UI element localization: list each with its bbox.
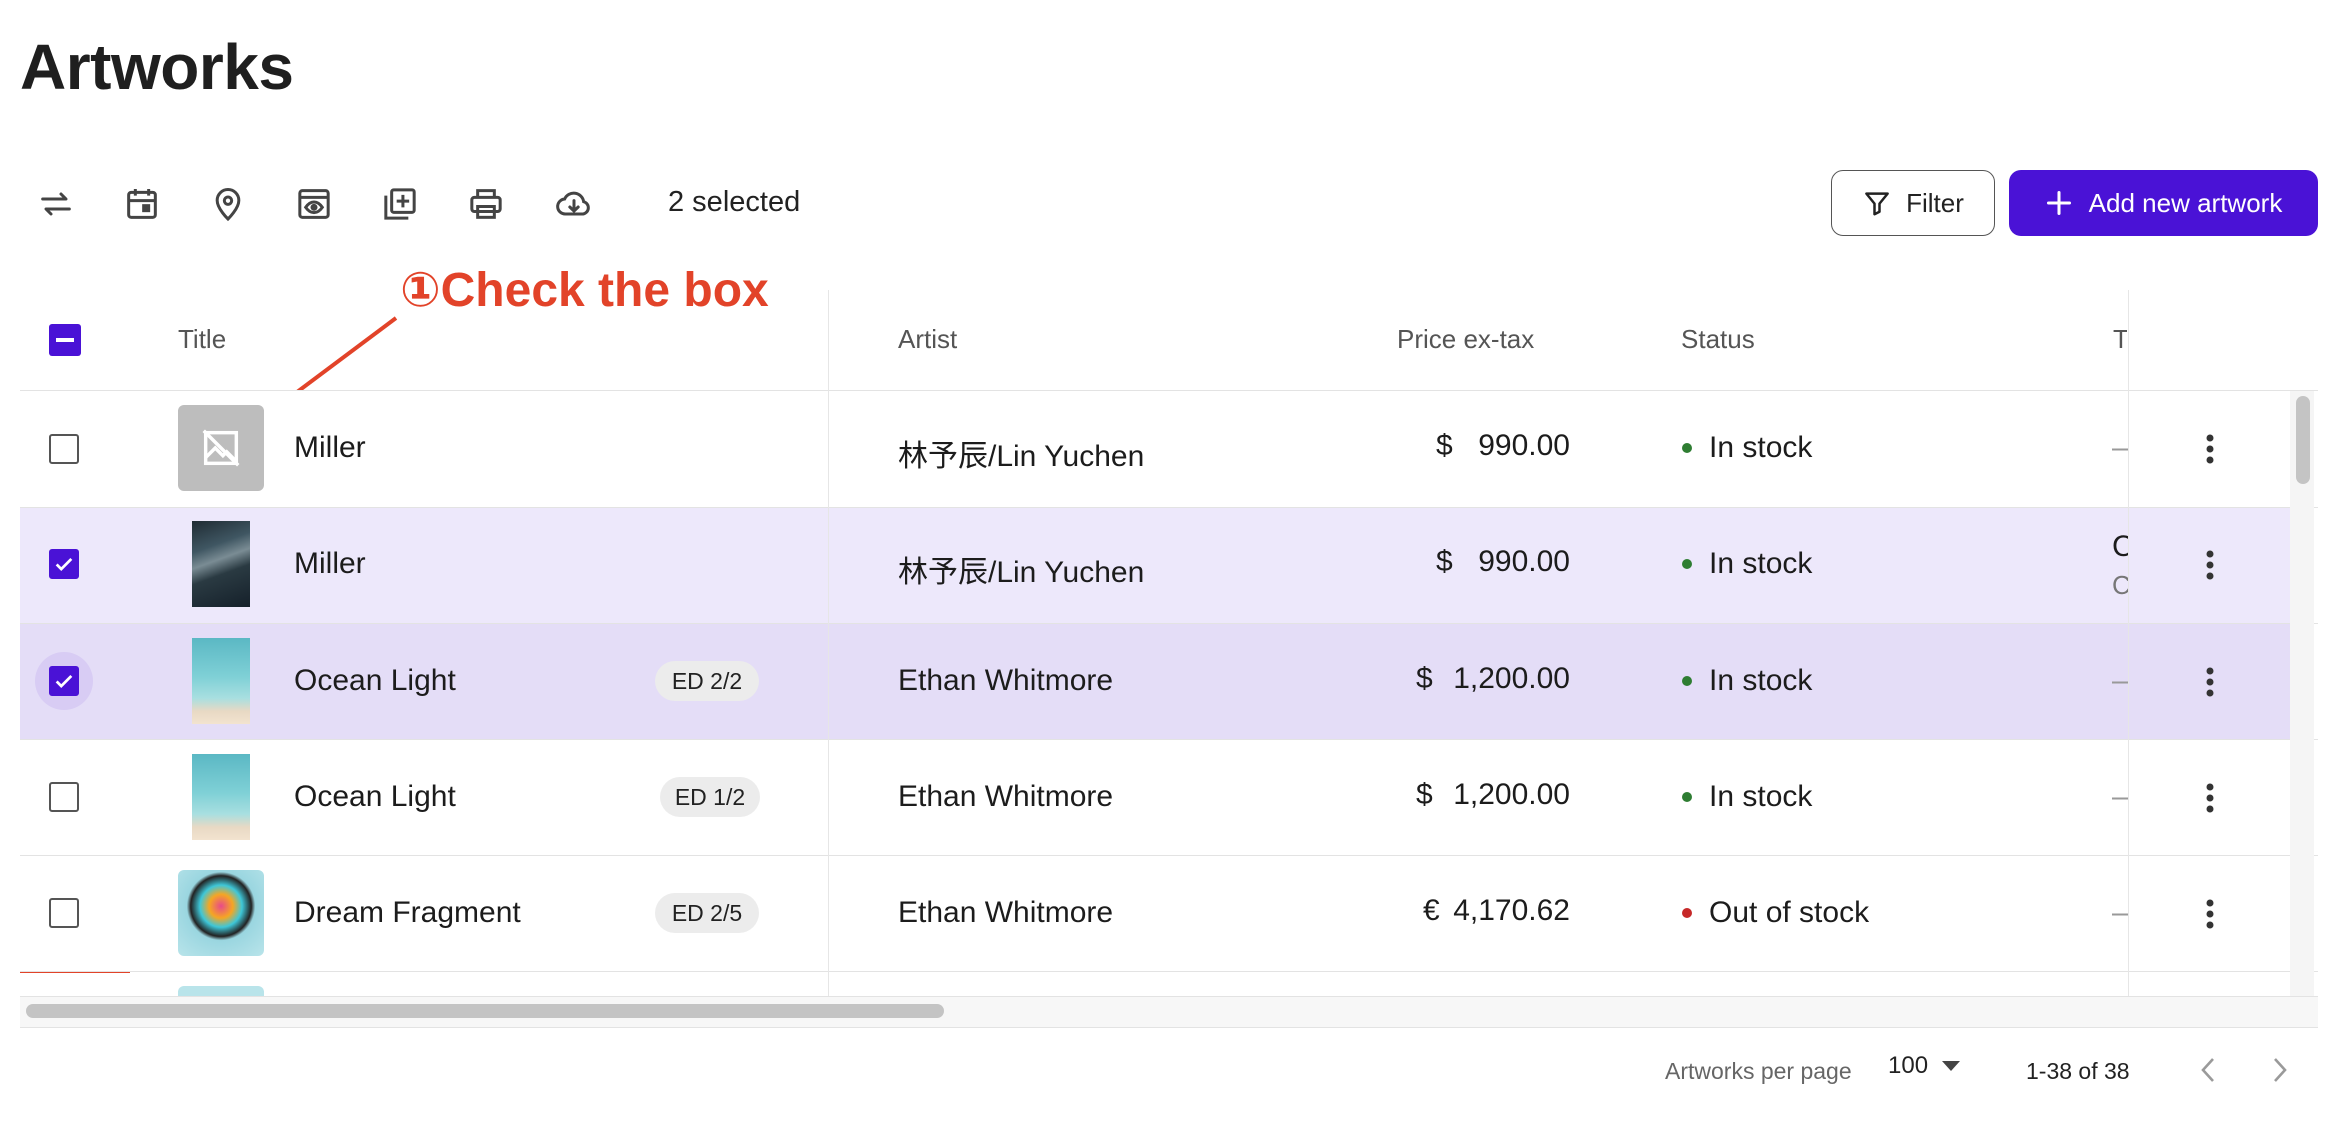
more-options-icon[interactable] <box>2188 652 2232 712</box>
status-dot <box>1682 908 1692 918</box>
checkmark-icon <box>55 674 73 688</box>
per-page-select[interactable]: 100 <box>1888 1052 1961 1080</box>
image-placeholder-icon <box>202 429 240 467</box>
artist-name: 林予辰/Lin Yuchen <box>898 440 1145 473</box>
status-text: In stock <box>1709 664 1813 697</box>
artwork-title[interactable]: Miller <box>294 547 366 581</box>
per-page-value: 100 <box>1888 1052 1929 1079</box>
artwork-thumbnail <box>192 754 250 840</box>
price-value: 4,170.62 <box>1453 894 1570 927</box>
edition-badge: ED 2/5 <box>655 893 759 933</box>
chevron-down-icon <box>1942 1061 1961 1071</box>
artist-name: Ethan Whitmore <box>898 664 1114 697</box>
status-text: In stock <box>1709 431 1813 464</box>
extra-cell: – <box>2112 664 2129 697</box>
status-text: Out of stock <box>1709 896 1870 929</box>
chevron-right-icon <box>2274 1058 2287 1082</box>
price-value: 990.00 <box>1478 429 1570 462</box>
artist-name: Ethan Whitmore <box>898 780 1114 813</box>
column-divider <box>2128 290 2129 996</box>
extra-cell: – <box>2112 896 2129 929</box>
pagination-range: 1-38 of 38 <box>2026 1058 2130 1084</box>
column-header-price[interactable]: Price ex-tax <box>1397 324 1534 355</box>
extra-cell: C <box>2112 530 2128 563</box>
artist-name: 林予辰/Lin Yuchen <box>898 556 1145 589</box>
price-value: 1,200.00 <box>1453 662 1570 695</box>
artwork-thumbnail <box>178 405 264 491</box>
artwork-title[interactable]: Dream Fragment <box>294 896 521 930</box>
column-divider <box>828 290 829 996</box>
chevron-left-icon <box>2201 1058 2214 1082</box>
column-header-truncated[interactable]: T <box>2113 324 2127 355</box>
artwork-title[interactable]: Ocean Light <box>294 780 456 814</box>
status-dot <box>1682 792 1692 802</box>
horizontal-scrollbar-thumb[interactable] <box>26 1004 944 1018</box>
select-all-checkbox[interactable] <box>49 324 81 356</box>
row-divider <box>20 971 2318 972</box>
status-dot <box>1682 559 1692 569</box>
price-value: 990.00 <box>1478 545 1570 578</box>
row-checkbox-checked[interactable] <box>49 666 79 696</box>
artist-name: Ethan Whitmore <box>898 896 1114 929</box>
extra-cell: – <box>2112 431 2129 464</box>
row-checkbox[interactable] <box>49 898 79 928</box>
more-options-icon[interactable] <box>2188 768 2232 828</box>
more-options-icon[interactable] <box>2188 419 2232 479</box>
column-header-title[interactable]: Title <box>178 324 226 355</box>
row-checkbox-checked[interactable] <box>49 549 79 579</box>
edition-badge: ED 2/2 <box>655 661 759 701</box>
indeterminate-dash-icon <box>56 338 74 342</box>
status-text: In stock <box>1709 547 1813 580</box>
artwork-title[interactable]: Ocean Light <box>294 664 456 698</box>
column-header-status[interactable]: Status <box>1681 324 1755 355</box>
checkmark-icon <box>55 557 73 571</box>
row-checkbox[interactable] <box>49 434 79 464</box>
extra-cell-sub: C <box>2112 570 2128 600</box>
column-header-artist[interactable]: Artist <box>898 324 957 355</box>
status-dot <box>1682 676 1692 686</box>
row-checkbox[interactable] <box>49 782 79 812</box>
edition-badge: ED 1/2 <box>660 777 760 817</box>
next-page-button[interactable] <box>2264 1054 2296 1086</box>
artwork-thumbnail <box>192 521 250 607</box>
status-text: In stock <box>1709 780 1813 813</box>
more-options-icon[interactable] <box>2188 884 2232 944</box>
previous-page-button[interactable] <box>2192 1054 2224 1086</box>
extra-cell: – <box>2112 780 2129 813</box>
artwork-title[interactable]: Miller <box>294 431 366 465</box>
partial-row-thumbnail <box>178 986 264 996</box>
per-page-label: Artworks per page <box>1665 1058 1852 1084</box>
artwork-thumbnail <box>192 638 250 724</box>
price-value: 1,200.00 <box>1453 778 1570 811</box>
artwork-thumbnail <box>178 870 264 956</box>
more-options-icon[interactable] <box>2188 535 2232 595</box>
status-dot <box>1682 443 1692 453</box>
vertical-scrollbar-thumb[interactable] <box>2296 396 2310 484</box>
